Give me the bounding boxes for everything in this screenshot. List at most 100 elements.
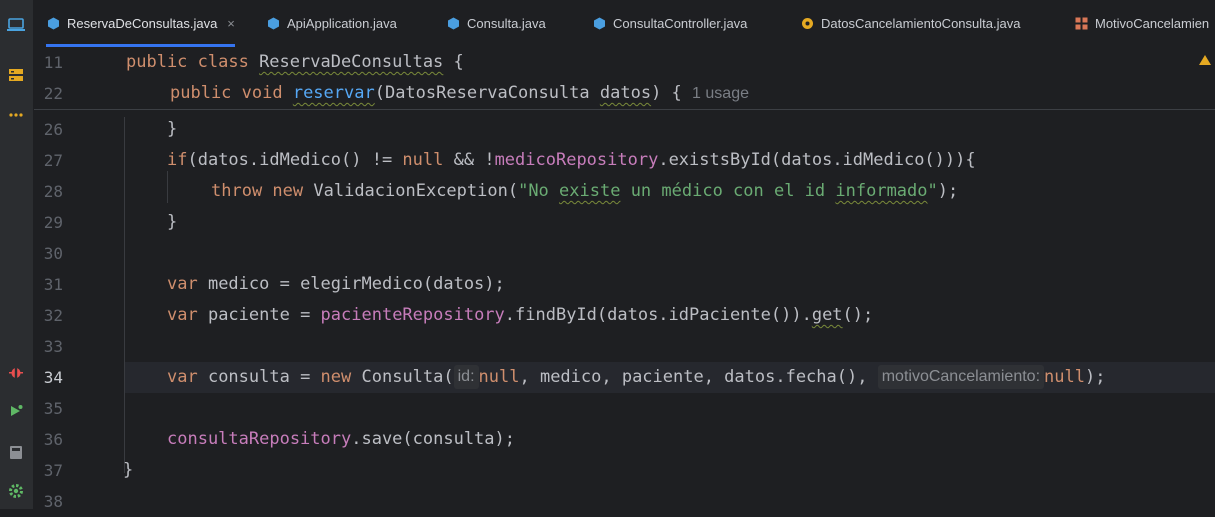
code-line: 11 public class ReservaDeConsultas { bbox=[34, 47, 1215, 78]
code-editor[interactable]: 11 public class ReservaDeConsultas { 22 … bbox=[34, 47, 1215, 511]
keyword: var bbox=[167, 367, 208, 387]
code-line: 26 } bbox=[34, 114, 1215, 145]
field-name: medicoRepository bbox=[494, 150, 659, 170]
tab-consulta-controller[interactable]: ConsultaController.java bbox=[592, 0, 747, 46]
tab-datos-cancelamiento-consulta[interactable]: DatosCancelamientoConsulta.java bbox=[800, 0, 1020, 46]
tab-label: ReservaDeConsultas.java bbox=[67, 15, 218, 31]
tab-label: MotivoCancelamien bbox=[1095, 15, 1210, 31]
code-text: .save(consulta); bbox=[351, 429, 515, 449]
string-literal: informado bbox=[835, 181, 928, 201]
code-text: .existsById(datos.idMedico())){ bbox=[658, 150, 976, 170]
database-icon[interactable] bbox=[4, 441, 28, 463]
java-class-icon bbox=[592, 16, 606, 30]
code-text: } bbox=[123, 460, 134, 480]
line-number: 26 bbox=[43, 120, 63, 139]
code-text: ) { bbox=[651, 83, 682, 103]
structure-icon[interactable] bbox=[4, 64, 28, 86]
code-line: 36 consultaRepository.save(consulta); bbox=[34, 424, 1215, 455]
tab-reserva-de-consultas[interactable]: ReservaDeConsultas.java × bbox=[46, 0, 235, 47]
usage-count[interactable]: 1 usage bbox=[692, 85, 749, 102]
code-text: { bbox=[443, 52, 464, 72]
line-number: 30 bbox=[43, 244, 63, 263]
close-tab-icon[interactable]: × bbox=[227, 16, 235, 31]
code-text: (DatosReservaConsulta bbox=[374, 83, 600, 103]
code-line: 32 var paciente = pacienteRepository.fin… bbox=[34, 300, 1215, 331]
keyword: var bbox=[167, 274, 208, 294]
tab-label: ApiApplication.java bbox=[287, 15, 397, 31]
code-text: ); bbox=[1084, 367, 1106, 387]
class-name: ReservaDeConsultas bbox=[259, 52, 444, 72]
code-line: 29 } bbox=[34, 207, 1215, 238]
code-text: } bbox=[167, 119, 178, 139]
code-text: Consulta( bbox=[361, 367, 454, 387]
settings-gear-icon[interactable] bbox=[4, 480, 28, 502]
method-name: reservar bbox=[292, 83, 375, 103]
tool-window-bar bbox=[0, 0, 34, 509]
keyword: new bbox=[320, 367, 362, 387]
line-number: 22 bbox=[43, 84, 63, 103]
line-number: 36 bbox=[43, 430, 63, 449]
string-literal: " bbox=[927, 181, 938, 201]
tab-motivo-cancelamiento[interactable]: MotivoCancelamien bbox=[1074, 0, 1209, 46]
keyword: public void bbox=[170, 83, 293, 103]
line-number: 33 bbox=[43, 337, 63, 356]
more-tools-icon[interactable] bbox=[4, 104, 28, 126]
keyword: new bbox=[272, 181, 314, 201]
field-name: pacienteRepository bbox=[320, 305, 505, 325]
code-line: 27 if(datos.idMedico() != null && !medic… bbox=[34, 145, 1215, 176]
line-number: 29 bbox=[43, 213, 63, 232]
tab-label: DatosCancelamientoConsulta.java bbox=[821, 15, 1021, 31]
tab-api-application[interactable]: ApiApplication.java bbox=[266, 0, 397, 46]
java-record-icon bbox=[800, 16, 814, 30]
code-text: ValidacionException( bbox=[313, 181, 519, 201]
keyword: public class bbox=[126, 52, 260, 72]
param-name: datos bbox=[599, 83, 652, 103]
string-literal: un médico con el id bbox=[620, 181, 836, 201]
code-line: 38 bbox=[34, 486, 1215, 517]
line-number: 27 bbox=[43, 151, 63, 170]
code-text: && ! bbox=[443, 150, 495, 170]
line-number: 35 bbox=[43, 399, 63, 418]
code-line: 33 bbox=[34, 331, 1215, 362]
code-line: 30 bbox=[34, 238, 1215, 269]
tab-label: ConsultaController.java bbox=[613, 15, 748, 31]
line-number: 11 bbox=[43, 53, 63, 72]
keyword: if bbox=[167, 150, 188, 170]
debug-icon[interactable] bbox=[4, 361, 28, 383]
code-line: 35 bbox=[34, 393, 1215, 424]
code-text: ); bbox=[937, 181, 959, 201]
code-line: 31 var medico = elegirMedico(datos); bbox=[34, 269, 1215, 300]
editor-tabs: ReservaDeConsultas.java × ApiApplication… bbox=[34, 0, 1215, 48]
code-text: paciente = bbox=[207, 305, 321, 325]
java-class-icon bbox=[266, 16, 280, 30]
keyword: null bbox=[402, 150, 444, 170]
code-line: 37 } bbox=[34, 455, 1215, 486]
code-text: } bbox=[167, 212, 178, 232]
sticky-lines: 11 public class ReservaDeConsultas { 22 … bbox=[34, 47, 1215, 110]
keyword: null bbox=[478, 367, 520, 387]
code-text: consulta = bbox=[207, 367, 321, 387]
line-number: 32 bbox=[43, 306, 63, 325]
java-class-icon bbox=[446, 16, 460, 30]
code-text: , medico, paciente, datos.fecha(), bbox=[519, 367, 878, 387]
code-text: (); bbox=[842, 305, 874, 325]
line-number: 38 bbox=[43, 492, 63, 511]
code-line: 22 public void reservar(DatosReservaCons… bbox=[34, 78, 1215, 109]
line-number: 37 bbox=[43, 461, 63, 480]
code-text: (datos.idMedico() != bbox=[187, 150, 403, 170]
code-line-current: 34 var consulta = new Consulta(id: null, … bbox=[34, 362, 1215, 393]
project-icon[interactable] bbox=[4, 14, 28, 36]
code-line: 28 throw new ValidacionException("No exi… bbox=[34, 176, 1215, 207]
string-literal: existe bbox=[559, 181, 621, 201]
line-number: 34 bbox=[43, 368, 63, 387]
parameter-hint: id: bbox=[453, 365, 479, 389]
tab-consulta[interactable]: Consulta.java bbox=[446, 0, 546, 46]
line-number: 31 bbox=[43, 275, 63, 294]
run-icon[interactable] bbox=[4, 400, 28, 422]
method-name: get bbox=[811, 305, 843, 325]
field-name: consultaRepository bbox=[167, 429, 352, 449]
parameter-hint: motivoCancelamiento: bbox=[877, 365, 1045, 389]
warning-marker-icon[interactable] bbox=[1199, 55, 1211, 65]
line-number: 28 bbox=[43, 182, 63, 201]
code-text: .findById(datos.idPaciente()). bbox=[504, 305, 812, 325]
